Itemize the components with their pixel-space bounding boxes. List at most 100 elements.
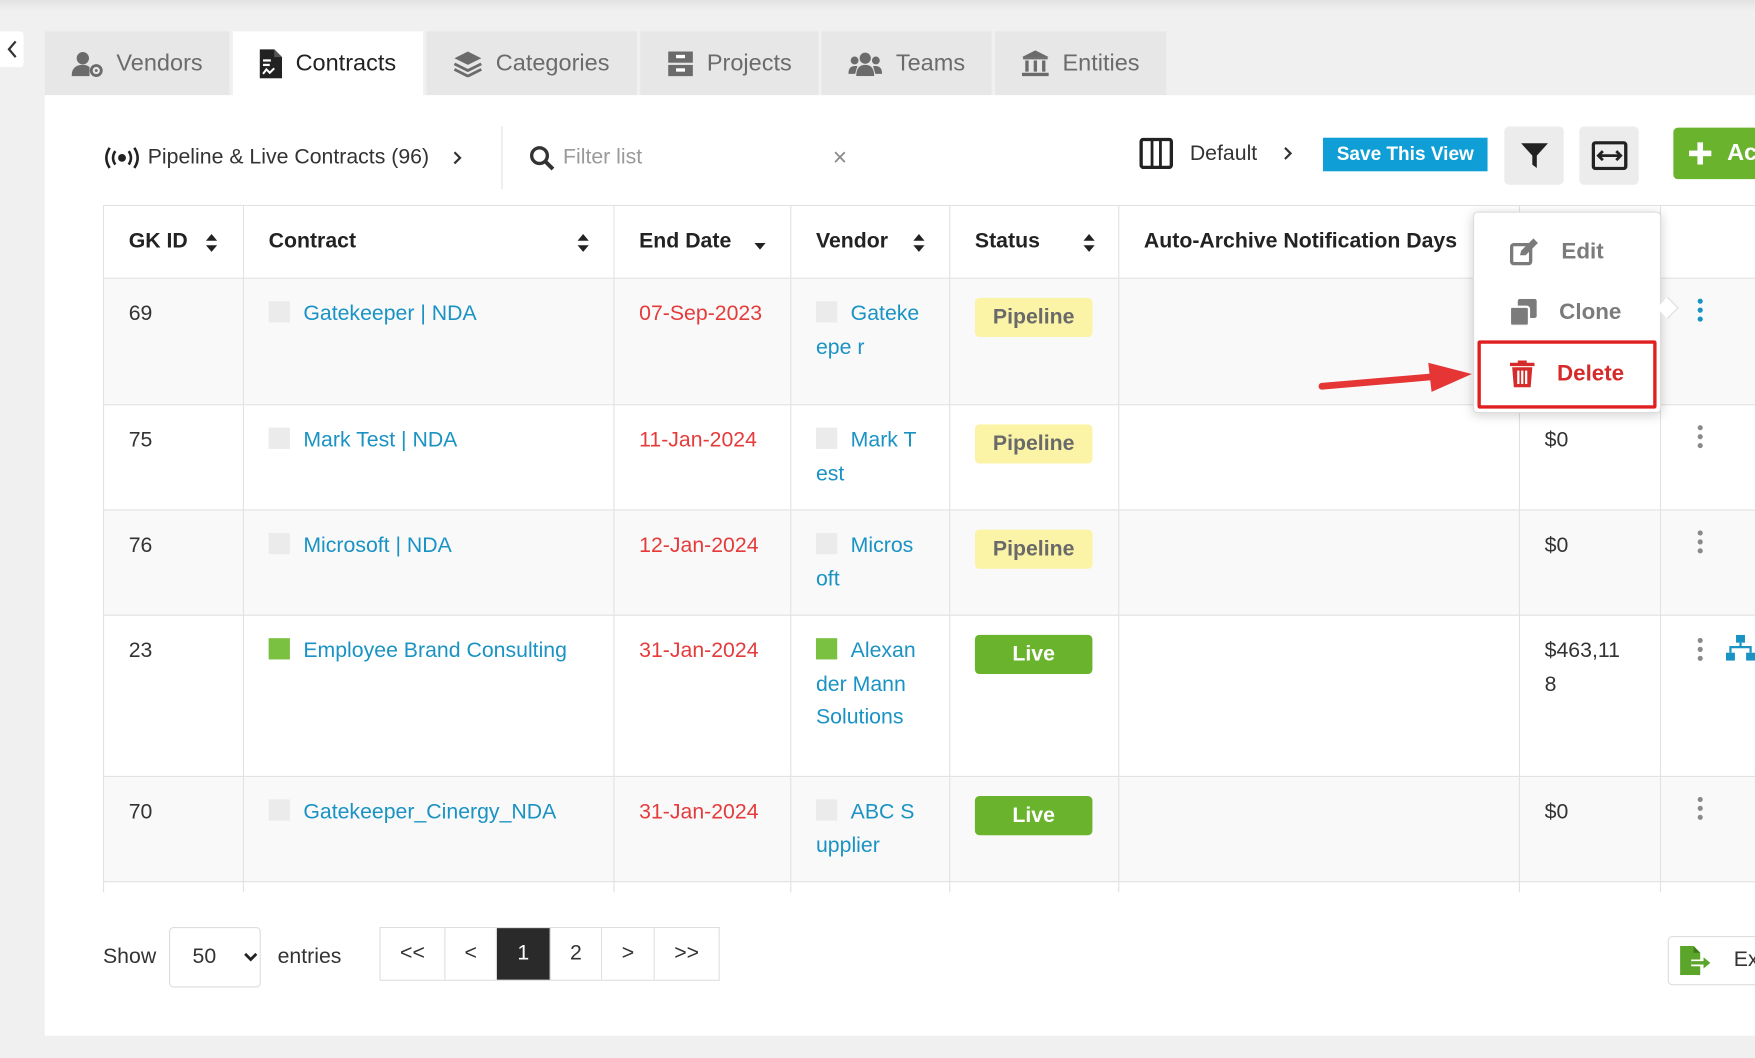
cell-gk-id: 69 <box>102 277 245 406</box>
tab-categories[interactable]: Categories <box>426 31 637 96</box>
expand-width-button[interactable] <box>1579 126 1639 185</box>
page-size-value: 50 <box>192 944 217 969</box>
clear-filter-button[interactable]: × <box>833 142 847 173</box>
tab-contracts[interactable]: Contracts <box>232 31 424 96</box>
show-label: Show <box>102 944 157 969</box>
gk-id: 69 <box>128 302 153 326</box>
tab-projects[interactable]: Projects <box>639 31 819 96</box>
page-1-button[interactable]: 1 <box>496 928 551 980</box>
cell-actions <box>1659 614 1755 778</box>
tab-vendors[interactable]: Vendors <box>44 31 230 96</box>
contract-link[interactable]: Mark Test | NDA <box>303 429 457 453</box>
view-name[interactable]: Default <box>1190 139 1257 170</box>
kebab-menu-icon[interactable] <box>1697 424 1704 449</box>
kebab-menu-icon[interactable] <box>1697 298 1704 323</box>
menu-item-label: Edit <box>1561 239 1604 264</box>
table-row[interactable]: 40MSA03-Feb-2024JonesLive $0 <box>102 881 1755 893</box>
page-next-button[interactable]: > <box>602 928 655 980</box>
tab-label: Teams <box>895 49 966 76</box>
cell-gk-id: 70 <box>102 775 245 883</box>
vendor-flag <box>815 301 838 323</box>
contract-link[interactable]: Microsoft | NDA <box>303 534 452 558</box>
page-last-button[interactable]: >> <box>654 928 719 980</box>
contract-flag <box>268 799 290 821</box>
status-badge: Pipeline <box>974 297 1093 337</box>
cell-value: $0 <box>1518 881 1662 893</box>
filter-input[interactable] <box>563 139 821 176</box>
page-2-button[interactable]: 2 <box>550 928 603 980</box>
cell-contract: MSA <box>242 881 615 893</box>
vendor-flag <box>815 427 838 449</box>
archive-drawer-icon <box>667 50 693 76</box>
add-contract-button[interactable]: Ac <box>1673 127 1755 180</box>
module-tabs: Vendors Contracts Categories Projects Te… <box>44 31 1170 96</box>
table-row[interactable]: 76 Microsoft | NDA 12-Jan-2024 Microsoft Pip… <box>102 509 1755 616</box>
arrows-horizontal-icon <box>1591 141 1627 171</box>
export-button[interactable]: Ex <box>1667 935 1755 986</box>
kebab-menu-icon[interactable] <box>1697 796 1704 821</box>
columns-icon[interactable] <box>1139 137 1174 170</box>
header-label: Auto-Archive Notification Days <box>1143 229 1458 254</box>
status-badge: Pipeline <box>974 424 1093 464</box>
tab-label: Projects <box>706 49 792 76</box>
cell-vendor: Alexander Mann Solutions <box>790 614 951 778</box>
pipeline-selector[interactable]: Pipeline & Live Contracts (96) <box>103 139 469 177</box>
column-header-gk-id[interactable]: GK ID <box>102 204 245 279</box>
save-view-button[interactable]: Save This View <box>1323 137 1488 172</box>
menu-item-clone[interactable]: Clone <box>1474 287 1660 339</box>
page-size-select[interactable]: 50 <box>169 927 261 988</box>
page-prev-button[interactable]: < <box>445 928 497 980</box>
table-row[interactable]: 75 Mark Test | NDA 11-Jan-2024 Mark Test Pip… <box>102 404 1755 511</box>
collapse-sidebar-button[interactable] <box>0 31 24 68</box>
cell-actions <box>1659 775 1755 883</box>
cell-auto-archive <box>1118 614 1521 778</box>
filter-button[interactable] <box>1504 126 1564 185</box>
hierarchy-icon[interactable] <box>1725 634 1755 662</box>
contract-link[interactable]: Gatekeeper_Cinergy_NDA <box>303 801 556 825</box>
cell-gk-id: 23 <box>102 614 245 778</box>
cell-value: $0 <box>1518 775 1662 883</box>
status-badge: Live <box>974 796 1093 836</box>
kebab-menu-icon[interactable] <box>1697 637 1704 662</box>
tab-entities[interactable]: Entities <box>995 31 1167 96</box>
table-row[interactable]: 23 Employee Brand Consulting 31-Jan-2024 Al… <box>102 614 1755 778</box>
end-date: 31-Jan-2024 <box>639 639 759 663</box>
contract-flag <box>268 301 290 323</box>
broadcast-icon <box>105 147 139 169</box>
chevron-right-icon <box>454 151 462 165</box>
cell-actions <box>1659 277 1755 406</box>
contract-value: $0 <box>1544 800 1569 825</box>
export-file-icon <box>1680 946 1711 976</box>
toolbar-divider <box>501 126 503 190</box>
end-date: 12-Jan-2024 <box>639 534 759 558</box>
column-header-status[interactable]: Status <box>949 204 1120 279</box>
institution-icon <box>1022 49 1050 76</box>
contract-document-icon <box>259 48 283 78</box>
cell-auto-archive <box>1118 881 1521 893</box>
vendor-flag <box>815 532 838 555</box>
table-row[interactable]: 70 Gatekeeper_Cinergy_NDA 31-Jan-2024 ABC S… <box>102 775 1755 883</box>
tab-label: Entities <box>1062 49 1140 76</box>
menu-item-edit[interactable]: Edit <box>1474 226 1660 278</box>
tab-label: Vendors <box>116 49 203 76</box>
contract-link[interactable]: Gatekeeper | NDA <box>303 302 476 326</box>
page-first-button[interactable]: << <box>380 928 446 980</box>
column-header-contract[interactable]: Contract <box>242 204 615 279</box>
kebab-menu-icon[interactable] <box>1697 530 1704 555</box>
cell-contract: Gatekeeper_Cinergy_NDA <box>242 775 615 883</box>
column-header-vendor[interactable]: Vendor <box>790 204 951 279</box>
tab-teams[interactable]: Teams <box>821 31 992 96</box>
sort-icon <box>913 233 925 252</box>
cell-status: Pipeline <box>949 404 1120 511</box>
cell-gk-id: 76 <box>102 509 245 616</box>
pipeline-label: Pipeline & Live Contracts (96) <box>147 145 430 170</box>
sort-icon <box>205 233 218 252</box>
contract-link[interactable]: Employee Brand Consulting <box>303 639 567 663</box>
cell-vendor: ABC Supplier <box>790 775 951 883</box>
cell-auto-archive <box>1118 775 1521 883</box>
column-header-auto-archive[interactable]: Auto-Archive Notification Days <box>1118 204 1521 279</box>
column-header-end-date[interactable]: End Date <box>613 204 792 279</box>
chevron-right-icon[interactable] <box>1280 142 1296 164</box>
header-label: Vendor <box>815 229 889 254</box>
contract-flag <box>268 638 290 660</box>
